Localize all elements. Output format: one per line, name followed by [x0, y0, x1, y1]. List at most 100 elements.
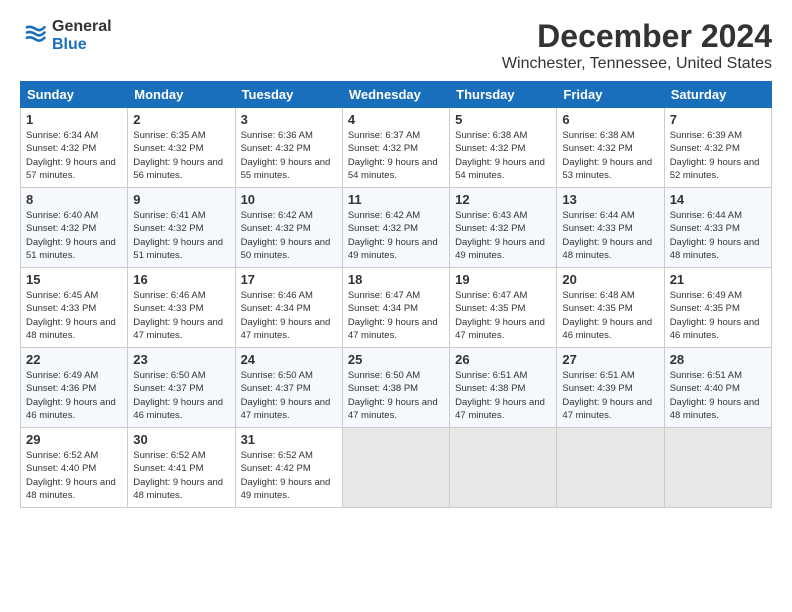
day-cell-29: 29 Sunrise: 6:52 AMSunset: 4:40 PMDaylig…: [21, 428, 128, 508]
day-number: 22: [26, 352, 122, 367]
day-cell-31: 31 Sunrise: 6:52 AMSunset: 4:42 PMDaylig…: [235, 428, 342, 508]
day-cell-5: 5 Sunrise: 6:38 AMSunset: 4:32 PMDayligh…: [450, 108, 557, 188]
day-number: 12: [455, 192, 551, 207]
day-info: Sunrise: 6:50 AMSunset: 4:37 PMDaylight:…: [241, 370, 331, 421]
day-cell-13: 13 Sunrise: 6:44 AMSunset: 4:33 PMDaylig…: [557, 188, 664, 268]
day-info: Sunrise: 6:44 AMSunset: 4:33 PMDaylight:…: [670, 210, 760, 261]
day-cell-10: 10 Sunrise: 6:42 AMSunset: 4:32 PMDaylig…: [235, 188, 342, 268]
day-info: Sunrise: 6:50 AMSunset: 4:38 PMDaylight:…: [348, 370, 438, 421]
day-number: 3: [241, 112, 337, 127]
header: General Blue December 2024 Winchester, T…: [20, 18, 772, 73]
day-number: 20: [562, 272, 658, 287]
day-number: 27: [562, 352, 658, 367]
day-number: 25: [348, 352, 444, 367]
day-info: Sunrise: 6:38 AMSunset: 4:32 PMDaylight:…: [455, 130, 545, 181]
empty-cell: [557, 428, 664, 508]
day-info: Sunrise: 6:51 AMSunset: 4:40 PMDaylight:…: [670, 370, 760, 421]
day-info: Sunrise: 6:34 AMSunset: 4:32 PMDaylight:…: [26, 130, 116, 181]
day-cell-7: 7 Sunrise: 6:39 AMSunset: 4:32 PMDayligh…: [664, 108, 771, 188]
day-number: 8: [26, 192, 122, 207]
day-info: Sunrise: 6:52 AMSunset: 4:41 PMDaylight:…: [133, 450, 223, 501]
day-info: Sunrise: 6:47 AMSunset: 4:35 PMDaylight:…: [455, 290, 545, 341]
day-cell-17: 17 Sunrise: 6:46 AMSunset: 4:34 PMDaylig…: [235, 268, 342, 348]
day-info: Sunrise: 6:44 AMSunset: 4:33 PMDaylight:…: [562, 210, 652, 261]
day-cell-12: 12 Sunrise: 6:43 AMSunset: 4:32 PMDaylig…: [450, 188, 557, 268]
day-number: 11: [348, 192, 444, 207]
day-number: 10: [241, 192, 337, 207]
day-cell-6: 6 Sunrise: 6:38 AMSunset: 4:32 PMDayligh…: [557, 108, 664, 188]
day-number: 6: [562, 112, 658, 127]
empty-cell: [450, 428, 557, 508]
logo: General Blue: [20, 18, 112, 53]
header-monday: Monday: [128, 82, 235, 108]
empty-cell: [664, 428, 771, 508]
day-info: Sunrise: 6:50 AMSunset: 4:37 PMDaylight:…: [133, 370, 223, 421]
day-number: 23: [133, 352, 229, 367]
day-info: Sunrise: 6:42 AMSunset: 4:32 PMDaylight:…: [241, 210, 331, 261]
day-number: 26: [455, 352, 551, 367]
day-info: Sunrise: 6:46 AMSunset: 4:33 PMDaylight:…: [133, 290, 223, 341]
day-number: 1: [26, 112, 122, 127]
day-info: Sunrise: 6:38 AMSunset: 4:32 PMDaylight:…: [562, 130, 652, 181]
day-info: Sunrise: 6:37 AMSunset: 4:32 PMDaylight:…: [348, 130, 438, 181]
day-cell-3: 3 Sunrise: 6:36 AMSunset: 4:32 PMDayligh…: [235, 108, 342, 188]
day-cell-25: 25 Sunrise: 6:50 AMSunset: 4:38 PMDaylig…: [342, 348, 449, 428]
day-cell-27: 27 Sunrise: 6:51 AMSunset: 4:39 PMDaylig…: [557, 348, 664, 428]
day-info: Sunrise: 6:49 AMSunset: 4:35 PMDaylight:…: [670, 290, 760, 341]
day-number: 24: [241, 352, 337, 367]
day-number: 17: [241, 272, 337, 287]
week-row-1: 1 Sunrise: 6:34 AMSunset: 4:32 PMDayligh…: [21, 108, 772, 188]
day-cell-26: 26 Sunrise: 6:51 AMSunset: 4:38 PMDaylig…: [450, 348, 557, 428]
day-cell-30: 30 Sunrise: 6:52 AMSunset: 4:41 PMDaylig…: [128, 428, 235, 508]
day-info: Sunrise: 6:52 AMSunset: 4:40 PMDaylight:…: [26, 450, 116, 501]
day-number: 15: [26, 272, 122, 287]
day-number: 18: [348, 272, 444, 287]
header-sunday: Sunday: [21, 82, 128, 108]
day-cell-11: 11 Sunrise: 6:42 AMSunset: 4:32 PMDaylig…: [342, 188, 449, 268]
day-number: 2: [133, 112, 229, 127]
week-row-2: 8 Sunrise: 6:40 AMSunset: 4:32 PMDayligh…: [21, 188, 772, 268]
day-info: Sunrise: 6:39 AMSunset: 4:32 PMDaylight:…: [670, 130, 760, 181]
day-number: 31: [241, 432, 337, 447]
day-info: Sunrise: 6:45 AMSunset: 4:33 PMDaylight:…: [26, 290, 116, 341]
day-number: 14: [670, 192, 766, 207]
day-number: 19: [455, 272, 551, 287]
day-info: Sunrise: 6:42 AMSunset: 4:32 PMDaylight:…: [348, 210, 438, 261]
day-info: Sunrise: 6:49 AMSunset: 4:36 PMDaylight:…: [26, 370, 116, 421]
header-tuesday: Tuesday: [235, 82, 342, 108]
week-row-5: 29 Sunrise: 6:52 AMSunset: 4:40 PMDaylig…: [21, 428, 772, 508]
day-info: Sunrise: 6:47 AMSunset: 4:34 PMDaylight:…: [348, 290, 438, 341]
day-number: 29: [26, 432, 122, 447]
day-info: Sunrise: 6:35 AMSunset: 4:32 PMDaylight:…: [133, 130, 223, 181]
header-saturday: Saturday: [664, 82, 771, 108]
day-cell-28: 28 Sunrise: 6:51 AMSunset: 4:40 PMDaylig…: [664, 348, 771, 428]
day-info: Sunrise: 6:51 AMSunset: 4:38 PMDaylight:…: [455, 370, 545, 421]
header-wednesday: Wednesday: [342, 82, 449, 108]
location-title: Winchester, Tennessee, United States: [502, 55, 772, 73]
day-cell-4: 4 Sunrise: 6:37 AMSunset: 4:32 PMDayligh…: [342, 108, 449, 188]
title-area: December 2024 Winchester, Tennessee, Uni…: [502, 18, 772, 73]
day-info: Sunrise: 6:40 AMSunset: 4:32 PMDaylight:…: [26, 210, 116, 261]
day-cell-19: 19 Sunrise: 6:47 AMSunset: 4:35 PMDaylig…: [450, 268, 557, 348]
day-cell-20: 20 Sunrise: 6:48 AMSunset: 4:35 PMDaylig…: [557, 268, 664, 348]
day-info: Sunrise: 6:52 AMSunset: 4:42 PMDaylight:…: [241, 450, 331, 501]
week-row-3: 15 Sunrise: 6:45 AMSunset: 4:33 PMDaylig…: [21, 268, 772, 348]
day-cell-22: 22 Sunrise: 6:49 AMSunset: 4:36 PMDaylig…: [21, 348, 128, 428]
day-number: 4: [348, 112, 444, 127]
day-number: 9: [133, 192, 229, 207]
day-cell-1: 1 Sunrise: 6:34 AMSunset: 4:32 PMDayligh…: [21, 108, 128, 188]
logo-blue-text: Blue: [52, 36, 112, 54]
day-info: Sunrise: 6:36 AMSunset: 4:32 PMDaylight:…: [241, 130, 331, 181]
logo-icon: [20, 22, 48, 50]
day-cell-9: 9 Sunrise: 6:41 AMSunset: 4:32 PMDayligh…: [128, 188, 235, 268]
day-number: 21: [670, 272, 766, 287]
day-number: 5: [455, 112, 551, 127]
day-cell-2: 2 Sunrise: 6:35 AMSunset: 4:32 PMDayligh…: [128, 108, 235, 188]
day-cell-18: 18 Sunrise: 6:47 AMSunset: 4:34 PMDaylig…: [342, 268, 449, 348]
day-cell-14: 14 Sunrise: 6:44 AMSunset: 4:33 PMDaylig…: [664, 188, 771, 268]
day-cell-16: 16 Sunrise: 6:46 AMSunset: 4:33 PMDaylig…: [128, 268, 235, 348]
header-thursday: Thursday: [450, 82, 557, 108]
week-row-4: 22 Sunrise: 6:49 AMSunset: 4:36 PMDaylig…: [21, 348, 772, 428]
day-number: 16: [133, 272, 229, 287]
empty-cell: [342, 428, 449, 508]
